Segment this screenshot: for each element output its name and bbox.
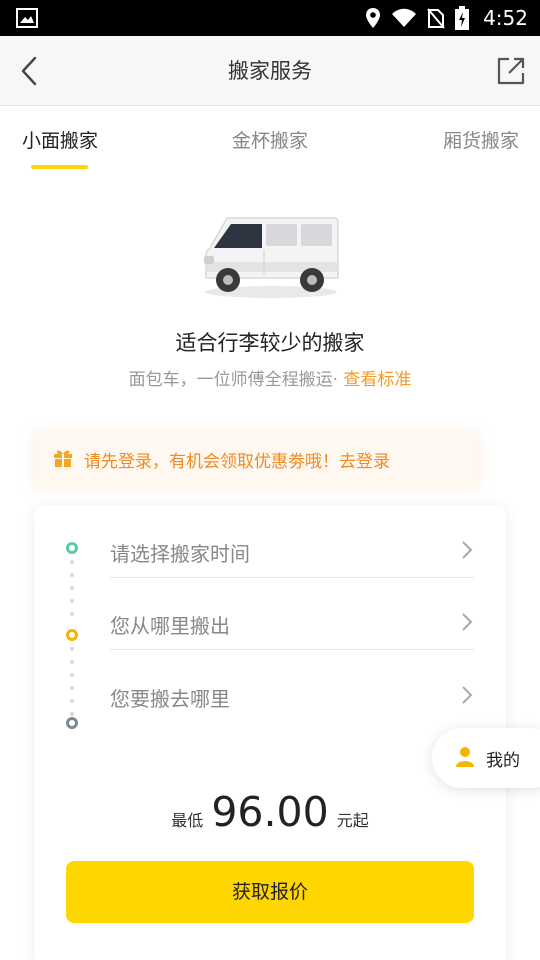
move-form-card: 请选择搬家时间 您从哪里搬出 您要搬去哪里 最低 96.00 元起 获取报价 bbox=[34, 505, 506, 960]
move-to-label: 您要搬去哪里 bbox=[110, 687, 230, 711]
page-title: 搬家服务 bbox=[228, 59, 312, 83]
status-time: 4:52 bbox=[483, 6, 528, 30]
get-quote-button[interactable]: 获取报价 bbox=[66, 861, 474, 923]
gift-icon bbox=[54, 450, 72, 467]
mine-floating-button[interactable]: 我的 bbox=[432, 728, 540, 788]
share-icon[interactable] bbox=[496, 56, 526, 86]
battery-charging-icon bbox=[455, 6, 470, 30]
price-display: 最低 96.00 元起 bbox=[34, 788, 506, 836]
wifi-icon bbox=[392, 8, 417, 27]
move-to-row[interactable]: 您要搬去哪里 bbox=[110, 667, 474, 723]
tab-jinbei-van[interactable]: 金杯搬家 bbox=[232, 126, 308, 153]
no-sim-icon bbox=[427, 8, 445, 29]
view-standard-link[interactable]: 查看标准 bbox=[343, 370, 411, 390]
login-notice-text: 请先登录，有机会领取优惠劵哦！去登录 bbox=[84, 452, 390, 472]
move-time-row[interactable]: 请选择搬家时间 bbox=[110, 522, 474, 578]
status-bar: 4:52 bbox=[0, 0, 540, 36]
login-notice[interactable]: 请先登录，有机会领取优惠劵哦！去登录 bbox=[34, 432, 478, 488]
end-point-dot bbox=[66, 717, 78, 729]
chevron-right-icon bbox=[462, 541, 473, 559]
chevron-right-icon bbox=[462, 686, 473, 704]
price-suffix: 元起 bbox=[336, 811, 369, 830]
mid-point-dot bbox=[66, 629, 78, 641]
location-icon bbox=[366, 8, 381, 28]
image-icon bbox=[16, 8, 38, 28]
price-value: 96.00 bbox=[211, 788, 329, 836]
vehicle-description-line: 面包车，一位师傅全程搬运· 查看标准 bbox=[0, 365, 540, 390]
user-icon bbox=[456, 747, 474, 767]
start-point-dot bbox=[66, 542, 78, 554]
van-illustration bbox=[204, 217, 339, 298]
tab-box-truck[interactable]: 厢货搬家 bbox=[443, 126, 519, 153]
move-from-row[interactable]: 您从哪里搬出 bbox=[110, 594, 474, 650]
route-dots-2 bbox=[70, 647, 74, 725]
mine-label: 我的 bbox=[486, 751, 520, 771]
vehicle-description: 面包车，一位师傅全程搬运· bbox=[128, 370, 338, 390]
route-dots-1 bbox=[70, 560, 74, 625]
active-tab-indicator bbox=[31, 165, 88, 169]
chevron-right-icon bbox=[462, 613, 473, 631]
vehicle-headline: 适合行李较少的搬家 bbox=[175, 331, 365, 355]
move-from-label: 您从哪里搬出 bbox=[110, 614, 230, 638]
move-time-label: 请选择搬家时间 bbox=[110, 542, 250, 566]
tab-small-van[interactable]: 小面搬家 bbox=[22, 126, 98, 153]
title-bar: 搬家服务 bbox=[0, 36, 540, 106]
price-prefix: 最低 bbox=[171, 811, 204, 830]
service-tabs: 小面搬家 金杯搬家 厢货搬家 bbox=[0, 106, 540, 172]
